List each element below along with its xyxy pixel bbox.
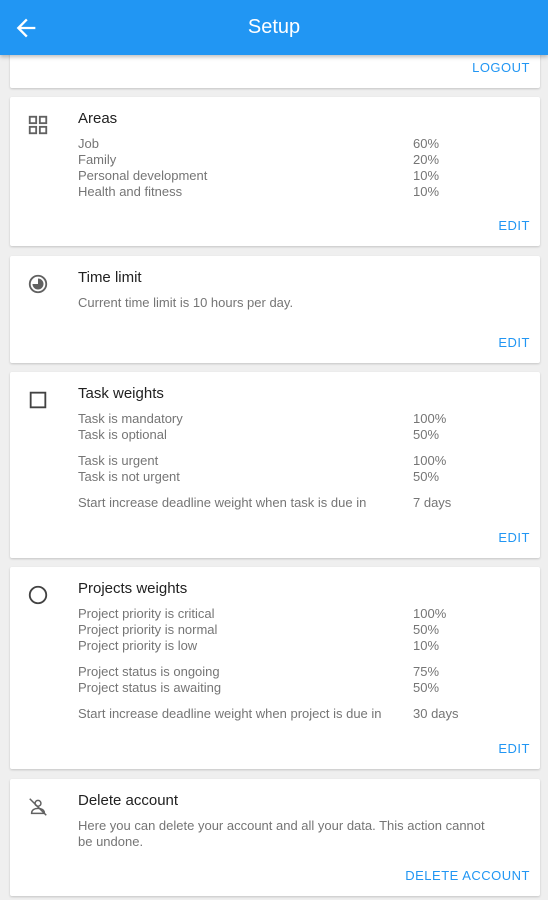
area-row: Family 20%	[78, 152, 518, 168]
projects-weights-edit-button[interactable]: EDIT	[498, 741, 530, 756]
weight-value: 50%	[413, 427, 440, 442]
areas-card: Areas Job 60% Family 20% Personal develo…	[10, 97, 540, 246]
area-label: Health and fitness	[78, 184, 183, 199]
areas-title: Areas	[78, 110, 118, 127]
pie-timer-icon	[28, 274, 48, 294]
weight-label: Project status is awaiting	[78, 680, 222, 695]
weight-value: 50%	[413, 622, 440, 637]
weight-label: Start increase deadline weight when proj…	[78, 706, 382, 721]
task-weights-title: Task weights	[78, 385, 164, 402]
weight-row: Project priority is critical 100%	[78, 606, 518, 622]
checkbox-outline-icon	[29, 391, 47, 409]
area-label: Family	[78, 152, 117, 167]
weight-row: Project status is ongoing 75%	[78, 664, 518, 680]
weight-label: Task is optional	[78, 427, 167, 442]
weight-label: Project status is ongoing	[78, 664, 220, 679]
weight-row: Task is not urgent 50%	[78, 469, 518, 485]
time-limit-card: Time limit Current time limit is 10 hour…	[10, 256, 540, 363]
person-off-icon	[29, 798, 47, 816]
delete-account-description-line1: Here you can delete your account and all…	[78, 818, 485, 833]
delete-account-button[interactable]: DELETE ACCOUNT	[405, 868, 530, 883]
area-value: 10%	[413, 168, 440, 183]
area-row: Personal development 10%	[78, 168, 518, 184]
time-limit-title: Time limit	[78, 269, 142, 286]
projects-weights-card: Projects weights Project priority is cri…	[10, 567, 540, 769]
weight-row: Start increase deadline weight when task…	[78, 495, 518, 511]
weight-row: Start increase deadline weight when proj…	[78, 706, 518, 722]
weight-value: 50%	[413, 469, 440, 484]
area-value: 60%	[413, 136, 440, 151]
weight-label: Project priority is low	[78, 638, 198, 653]
weight-value: 75%	[413, 664, 440, 679]
area-row: Job 60%	[78, 136, 518, 152]
app-bar: Setup	[0, 0, 548, 55]
weight-value: 100%	[413, 411, 447, 426]
delete-account-card: Delete account Here you can delete your …	[10, 779, 540, 896]
weight-label: Task is urgent	[78, 453, 159, 468]
weight-value: 30 days	[413, 706, 459, 721]
weight-value: 50%	[413, 680, 440, 695]
weight-value: 10%	[413, 638, 440, 653]
page-title: Setup	[247, 16, 301, 38]
area-label: Personal development	[78, 168, 208, 183]
weight-row: Project priority is low 10%	[78, 638, 518, 654]
projects-weights-title: Projects weights	[78, 580, 188, 597]
weight-label: Project priority is critical	[78, 606, 215, 621]
weight-row: Task is optional 50%	[78, 427, 518, 443]
weight-row: Project priority is normal 50%	[78, 622, 518, 638]
weight-label: Project priority is normal	[78, 622, 218, 637]
delete-account-description-line2: be undone.	[78, 834, 144, 849]
weight-value: 100%	[413, 606, 447, 621]
delete-account-title: Delete account	[78, 792, 179, 809]
weight-row: Task is urgent 100%	[78, 453, 518, 469]
weight-label: Task is mandatory	[78, 411, 183, 426]
area-label: Job	[78, 136, 99, 151]
area-row: Health and fitness 10%	[78, 184, 518, 200]
weight-label: Task is not urgent	[78, 469, 180, 484]
weight-row: Task is mandatory 100%	[78, 411, 518, 427]
grid-icon	[28, 115, 48, 135]
weight-row: Project status is awaiting 50%	[78, 680, 518, 696]
areas-edit-button[interactable]: EDIT	[498, 218, 530, 233]
area-value: 10%	[413, 184, 440, 199]
circle-outline-icon	[28, 585, 48, 605]
task-weights-card: Task weights Task is mandatory 100% Task…	[10, 372, 540, 558]
area-value: 20%	[413, 152, 440, 167]
weight-label: Start increase deadline weight when task…	[78, 495, 367, 510]
time-limit-description: Current time limit is 10 hours per day.	[78, 295, 294, 310]
weight-value: 100%	[413, 453, 447, 468]
logout-button[interactable]: LOGOUT	[472, 60, 530, 75]
time-limit-edit-button[interactable]: EDIT	[498, 335, 530, 350]
task-weights-edit-button[interactable]: EDIT	[498, 530, 530, 545]
weight-value: 7 days	[413, 495, 452, 510]
